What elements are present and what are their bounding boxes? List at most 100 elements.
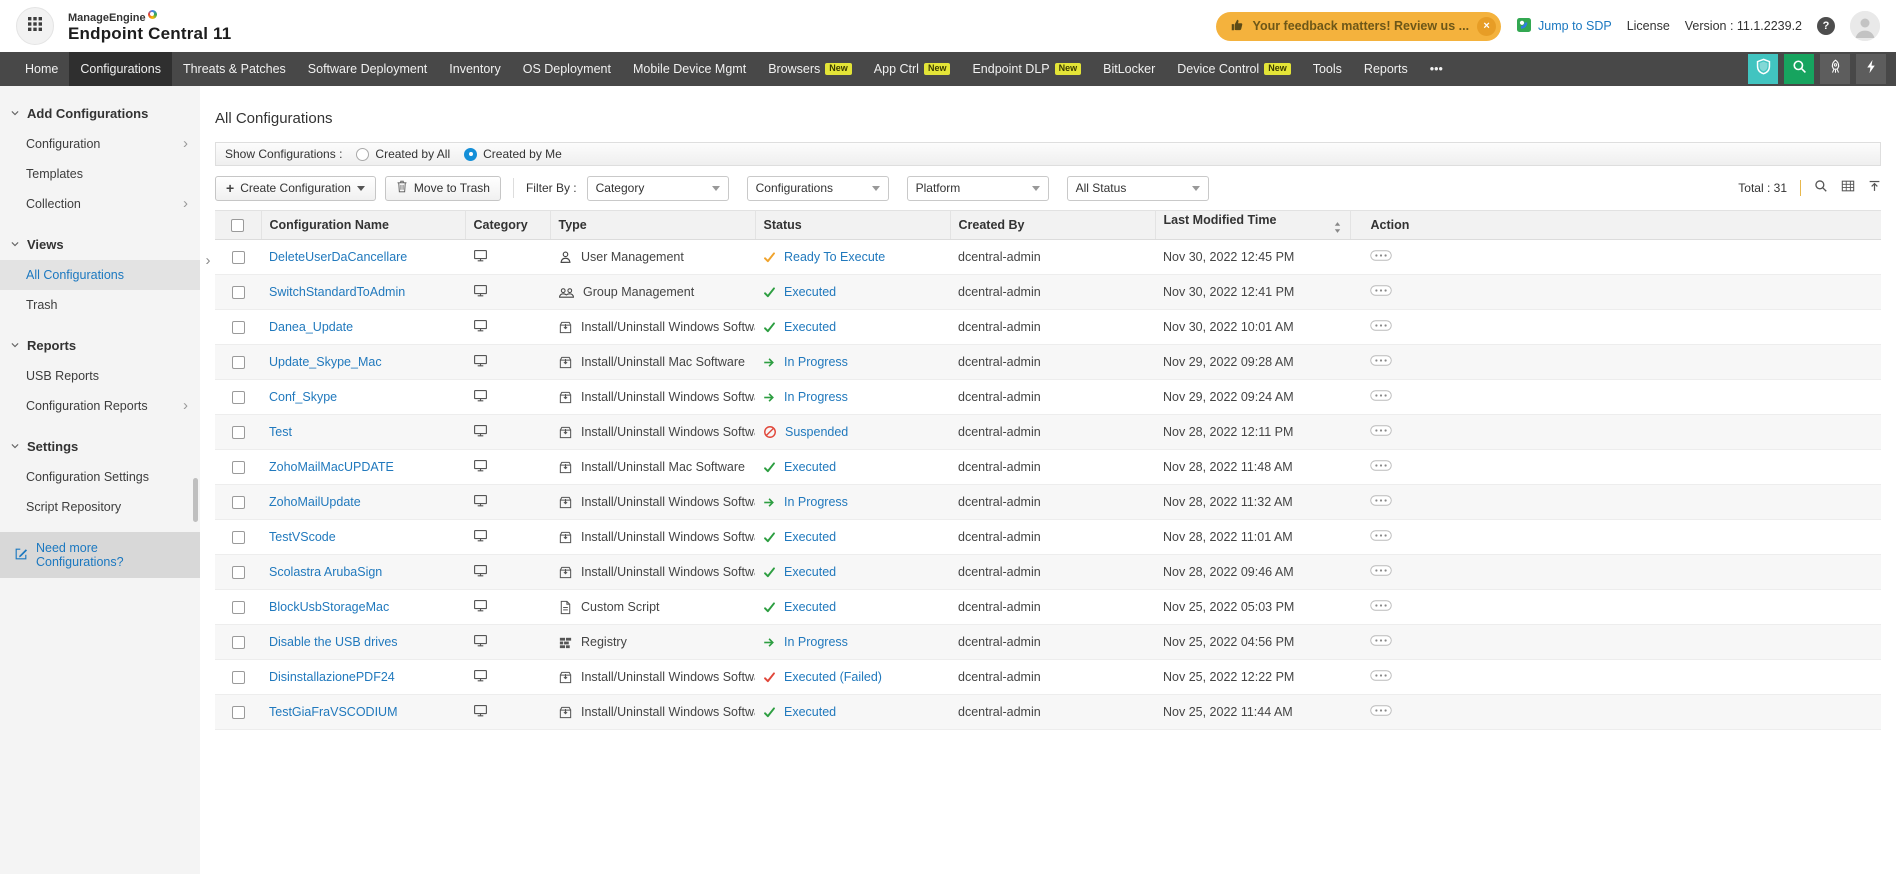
configuration-name-link[interactable]: Update_Skype_Mac: [269, 355, 382, 369]
configuration-name-link[interactable]: DisinstallazionePDF24: [269, 670, 395, 684]
row-actions-button[interactable]: [1370, 320, 1392, 331]
filter-dropdown[interactable]: Configurations: [747, 176, 889, 201]
column-chooser-button[interactable]: [1841, 179, 1855, 198]
col-last-modified-time[interactable]: Last Modified Time: [1155, 211, 1350, 240]
configuration-name-link[interactable]: TestGiaFraVSCODIUM: [269, 705, 398, 719]
row-checkbox[interactable]: [232, 321, 245, 334]
row-actions-button[interactable]: [1370, 565, 1392, 576]
feedback-banner[interactable]: Your feedback matters! Review us ... ×: [1216, 12, 1502, 41]
row-checkbox[interactable]: [232, 286, 245, 299]
nav-tab[interactable]: Reports: [1353, 52, 1419, 86]
sort-icon[interactable]: [1333, 221, 1342, 237]
select-all-checkbox[interactable]: [231, 219, 244, 232]
row-actions-button[interactable]: [1370, 635, 1392, 646]
row-actions-button[interactable]: [1370, 460, 1392, 471]
status-link[interactable]: In Progress: [784, 635, 848, 649]
row-actions-button[interactable]: [1370, 250, 1392, 261]
status-link[interactable]: In Progress: [784, 495, 848, 509]
row-checkbox[interactable]: [232, 671, 245, 684]
row-actions-button[interactable]: [1370, 670, 1392, 681]
sidebar-item[interactable]: USB Reports: [0, 361, 200, 391]
nav-tab[interactable]: Browsers New: [757, 52, 863, 86]
getting-started-button[interactable]: [1820, 54, 1850, 84]
sidebar-section-title[interactable]: Views: [0, 229, 200, 260]
apps-menu-button[interactable]: [16, 7, 54, 45]
export-button[interactable]: [1868, 179, 1881, 198]
jump-to-sdp-link[interactable]: Jump to SDP: [1516, 17, 1612, 36]
need-more-configurations-link[interactable]: Need more Configurations?: [0, 532, 200, 578]
nav-tab[interactable]: •••: [1419, 52, 1454, 86]
nav-tab[interactable]: Inventory: [438, 52, 511, 86]
nav-tab[interactable]: Tools: [1302, 52, 1353, 86]
sidebar-section-title[interactable]: Reports: [0, 330, 200, 361]
sidebar-item[interactable]: Configuration Settings: [0, 462, 200, 492]
status-link[interactable]: Executed: [784, 530, 836, 544]
filter-dropdown[interactable]: Category: [587, 176, 729, 201]
row-checkbox[interactable]: [232, 391, 245, 404]
create-configuration-button[interactable]: + Create Configuration: [215, 176, 376, 201]
nav-tab[interactable]: Device Control New: [1166, 52, 1302, 86]
license-link[interactable]: License: [1627, 19, 1670, 33]
status-link[interactable]: Executed (Failed): [784, 670, 882, 684]
radio-icon[interactable]: [464, 148, 477, 161]
configuration-name-link[interactable]: Scolastra ArubaSign: [269, 565, 382, 579]
row-actions-button[interactable]: [1370, 495, 1392, 506]
user-avatar[interactable]: [1850, 11, 1880, 41]
nav-tab[interactable]: BitLocker: [1092, 52, 1166, 86]
table-search-button[interactable]: [1814, 179, 1828, 198]
row-actions-button[interactable]: [1370, 390, 1392, 401]
status-link[interactable]: Executed: [784, 600, 836, 614]
filter-dropdown[interactable]: All Status: [1067, 176, 1209, 201]
security-shield-button[interactable]: [1748, 54, 1778, 84]
sidebar-item[interactable]: Trash: [0, 290, 200, 320]
status-link[interactable]: Ready To Execute: [784, 250, 885, 264]
filter-dropdown[interactable]: Platform: [907, 176, 1049, 201]
row-actions-button[interactable]: [1370, 285, 1392, 296]
configuration-name-link[interactable]: Test: [269, 425, 292, 439]
row-checkbox[interactable]: [232, 496, 245, 509]
configuration-name-link[interactable]: TestVScode: [269, 530, 336, 544]
nav-tab[interactable]: Mobile Device Mgmt: [622, 52, 757, 86]
status-link[interactable]: Executed: [784, 320, 836, 334]
sidebar-item[interactable]: All Configurations: [0, 260, 200, 290]
nav-tab[interactable]: App Ctrl New: [863, 52, 962, 86]
sidebar-section-title[interactable]: Add Configurations: [0, 98, 200, 129]
status-link[interactable]: In Progress: [784, 390, 848, 404]
status-link[interactable]: Executed: [784, 460, 836, 474]
sidebar-item[interactable]: Script Repository: [0, 492, 200, 522]
move-to-trash-button[interactable]: Move to Trash: [385, 176, 501, 201]
row-actions-button[interactable]: [1370, 600, 1392, 611]
sidebar-item[interactable]: Templates: [0, 159, 200, 189]
status-link[interactable]: Executed: [784, 565, 836, 579]
row-actions-button[interactable]: [1370, 530, 1392, 541]
nav-tab[interactable]: Software Deployment: [297, 52, 439, 86]
row-actions-button[interactable]: [1370, 355, 1392, 366]
row-actions-button[interactable]: [1370, 425, 1392, 436]
row-checkbox[interactable]: [232, 531, 245, 544]
nav-tab[interactable]: Endpoint DLP New: [961, 52, 1092, 86]
configuration-name-link[interactable]: ZohoMailUpdate: [269, 495, 361, 509]
row-checkbox[interactable]: [232, 356, 245, 369]
radio-option[interactable]: Created by All: [356, 147, 450, 161]
row-checkbox[interactable]: [232, 636, 245, 649]
global-search-button[interactable]: [1784, 54, 1814, 84]
nav-tab[interactable]: Home: [14, 52, 69, 86]
nav-tab[interactable]: OS Deployment: [512, 52, 622, 86]
configuration-name-link[interactable]: Danea_Update: [269, 320, 353, 334]
configuration-name-link[interactable]: Conf_Skype: [269, 390, 337, 404]
radio-option[interactable]: Created by Me: [464, 147, 562, 161]
row-checkbox[interactable]: [232, 426, 245, 439]
configuration-name-link[interactable]: Disable the USB drives: [269, 635, 398, 649]
sidebar-item[interactable]: Collection ›: [0, 189, 200, 219]
status-link[interactable]: In Progress: [784, 355, 848, 369]
row-checkbox[interactable]: [232, 706, 245, 719]
sidebar-collapse-handle[interactable]: ›: [200, 244, 216, 276]
sidebar-scrollbar[interactable]: [193, 478, 198, 522]
row-checkbox[interactable]: [232, 601, 245, 614]
radio-icon[interactable]: [356, 148, 369, 161]
row-checkbox[interactable]: [232, 566, 245, 579]
configuration-name-link[interactable]: DeleteUserDaCancellare: [269, 250, 407, 264]
help-icon[interactable]: ?: [1817, 17, 1835, 35]
sidebar-section-title[interactable]: Settings: [0, 431, 200, 462]
quick-actions-button[interactable]: [1856, 54, 1886, 84]
